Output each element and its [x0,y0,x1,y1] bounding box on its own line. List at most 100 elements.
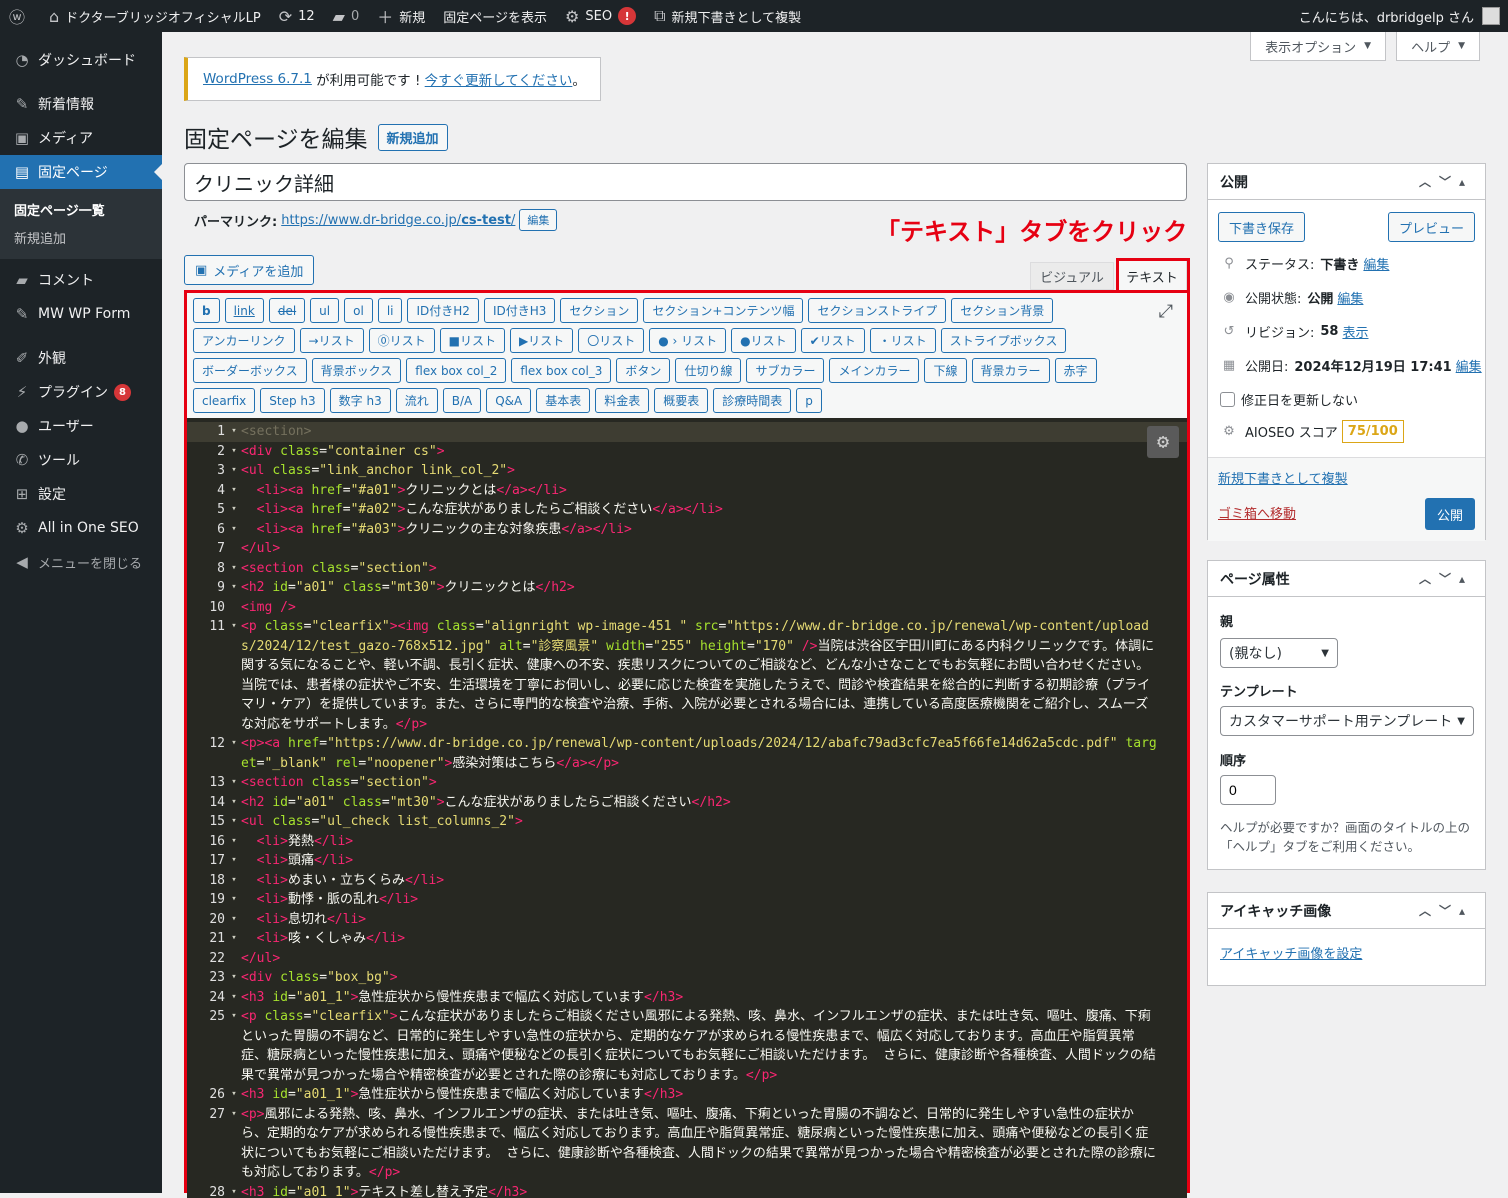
status-edit-link[interactable]: 編集 [1363,254,1389,273]
sidebar-item-aioseo[interactable]: ⚙All in One SEO [0,511,162,545]
wp-version-link[interactable]: WordPress 6.7.1 [203,71,312,87]
sidebar-item-settings[interactable]: ⊞設定 [0,477,162,511]
date-edit-link[interactable]: 編集 [1456,356,1482,375]
quicktag-button[interactable]: 流れ [396,388,438,413]
fold-arrow-icon[interactable]: ▾ [227,910,241,930]
attributes-panel-header[interactable]: ページ属性︿﹀▴ [1208,561,1485,597]
preview-button[interactable]: プレビュー [1388,212,1475,242]
submenu-all-pages[interactable]: 固定ページ一覧 [0,195,162,223]
submenu-add-new[interactable]: 新規追加 [0,223,162,251]
seo-menu[interactable]: ⚙SEO! [556,0,645,32]
code-line[interactable]: 6▾ <li><a href="#a03">クリニックの主な対象疾患</a></… [187,520,1187,540]
parent-select[interactable]: (親なし)▼ [1220,638,1338,668]
quicktag-button[interactable]: Step h3 [260,388,324,413]
sidebar-item-comments[interactable]: ▰コメント [0,263,162,297]
code-line[interactable]: 19▾ <li>動悸・脈の乱れ</li> [187,890,1187,910]
code-line[interactable]: 16▾ <li>発熱</li> [187,832,1187,852]
fold-arrow-icon[interactable]: ▾ [227,1183,241,1198]
quicktag-button[interactable]: flex box col_2 [406,358,506,383]
quicktag-button[interactable]: ・リスト [870,328,936,353]
quicktag-button[interactable]: b [193,298,220,323]
quicktag-button[interactable]: 〇リスト [578,328,644,353]
quicktag-button[interactable]: ⓪リスト [369,328,435,353]
quicktag-button[interactable]: ストライプボックス [941,328,1067,353]
sidebar-item-news[interactable]: ✎新着情報 [0,87,162,121]
quicktag-button[interactable]: ボタン [616,358,670,383]
quicktag-button[interactable]: ID付きH3 [484,298,555,323]
fullscreen-icon[interactable]: ⤢ [1159,301,1173,322]
fold-arrow-icon[interactable]: ▾ [227,461,241,481]
quicktag-button[interactable]: サブカラー [746,358,824,383]
fold-arrow-icon[interactable]: ▾ [227,442,241,462]
quicktag-button[interactable]: アンカーリンク [193,328,295,353]
quicktag-button[interactable]: ボーダーボックス [193,358,307,383]
code-line[interactable]: 10<img /> [187,598,1187,618]
duplicate-draft-link[interactable]: 新規下書きとして複製 [1218,468,1348,487]
code-line[interactable]: 7</ul> [187,539,1187,559]
quicktag-button[interactable]: 数字 h3 [330,388,391,413]
code-line[interactable]: 3▾<ul class="link_anchor link_col_2"> [187,461,1187,481]
panel-controls-icon[interactable]: ︿﹀▴ [1419,902,1473,919]
fold-arrow-icon[interactable]: ▾ [227,988,241,1008]
code-line[interactable]: 24▾<h3 id="a01_1">急性症状から慢性疾患まで幅広く対応しています… [187,988,1187,1008]
save-draft-button[interactable]: 下書き保存 [1218,212,1305,242]
quicktag-button[interactable]: セクションストライプ [808,298,946,323]
set-featured-image-link[interactable]: アイキャッチ画像を設定 [1220,943,1362,962]
code-line[interactable]: 4▾ <li><a href="#a01">クリニックとは</a></li> [187,481,1187,501]
fold-arrow-icon[interactable]: ▾ [227,871,241,891]
code-line[interactable]: 18▾ <li>めまい・立ちくらみ</li> [187,871,1187,891]
quicktag-button[interactable]: del [269,298,305,323]
permalink-url[interactable]: https://www.dr-bridge.co.jp/cs-test/ [281,213,515,228]
quicktag-button[interactable]: 赤字 [1055,358,1097,383]
sidebar-item-mw-wp-form[interactable]: ✎MW WP Form [0,297,162,331]
fold-arrow-icon[interactable]: ▾ [227,1085,241,1105]
duplicate-draft-link[interactable]: ⧉新規下書きとして複製 [645,0,810,32]
quicktag-button[interactable]: Q&A [486,388,531,413]
tab-text[interactable]: テキスト [1117,260,1187,292]
sidebar-item-plugins[interactable]: ⚡プラグイン8 [0,375,162,409]
view-page-link[interactable]: 固定ページを表示 [434,0,556,32]
sidebar-item-dashboard[interactable]: ◔ダッシュボード [0,43,162,77]
quicktag-button[interactable]: 背景ボックス [312,358,402,383]
fold-arrow-icon[interactable]: ▾ [227,520,241,540]
code-line[interactable]: 26▾<h3 id="a01_1">急性症状から慢性疾患まで幅広く対応しています… [187,1085,1187,1105]
quicktag-button[interactable]: 仕切り線 [675,358,741,383]
code-line[interactable]: 25▾<p class="clearfix">こんな症状がありましたらご相談くだ… [187,1007,1187,1085]
code-line[interactable]: 28▾<h3 id="a01_1">テキスト差し替え予定</h3> [187,1183,1187,1198]
quicktag-button[interactable]: セクション+コンテンツ幅 [643,298,803,323]
quicktag-button[interactable]: p [796,388,822,413]
code-line[interactable]: 13▾<section class="section"> [187,773,1187,793]
quicktag-button[interactable]: セクション背景 [951,298,1053,323]
fold-arrow-icon[interactable]: ▾ [227,832,241,852]
quicktag-button[interactable]: 基本表 [536,388,590,413]
quicktag-button[interactable]: ●リスト [731,328,795,353]
trash-link[interactable]: ゴミ箱へ移動 [1218,503,1296,522]
aioseo-score-badge[interactable]: 75/100 [1342,420,1404,443]
quicktag-button[interactable]: 料金表 [595,388,649,413]
code-line[interactable]: 8▾<section class="section"> [187,559,1187,579]
quicktag-button[interactable]: メインカラー [829,358,919,383]
quicktag-button[interactable]: ul [310,298,339,323]
quicktag-button[interactable]: ▶リスト [510,328,573,353]
code-line[interactable]: 22</ul> [187,949,1187,969]
sidebar-item-pages[interactable]: ▤固定ページ [0,155,162,189]
quicktag-button[interactable]: セクション [560,298,638,323]
fold-arrow-icon[interactable]: ▾ [227,481,241,501]
code-line[interactable]: 14▾<h2 id="a01" class="mt30">こんな症状がありました… [187,793,1187,813]
code-line[interactable]: 27▾<p>風邪による発熱、咳、鼻水、インフルエンザの症状、または吐き気、嘔吐、… [187,1105,1187,1183]
code-line[interactable]: 11▾<p class="clearfix"><img class="align… [187,617,1187,734]
sidebar-item-media[interactable]: ▣メディア [0,121,162,155]
quicktag-button[interactable]: 概要表 [654,388,708,413]
post-title-input[interactable] [184,163,1187,201]
fold-arrow-icon[interactable]: ▾ [227,890,241,910]
comments-menu[interactable]: ▰0 [324,0,369,32]
quicktag-button[interactable]: ✔リスト [801,328,865,353]
site-name-menu[interactable]: ⌂ドクターブリッジオフィシャルLP [40,0,270,32]
featured-image-header[interactable]: アイキャッチ画像︿﹀▴ [1208,893,1485,929]
quicktag-button[interactable]: li [378,298,403,323]
code-line[interactable]: 20▾ <li>息切れ</li> [187,910,1187,930]
add-media-button[interactable]: ▣メディアを追加 [184,255,314,285]
quicktag-button[interactable]: ID付きH2 [407,298,478,323]
fold-arrow-icon[interactable]: ▾ [227,812,241,832]
update-now-link[interactable]: 今すぐ更新してください [425,69,573,89]
